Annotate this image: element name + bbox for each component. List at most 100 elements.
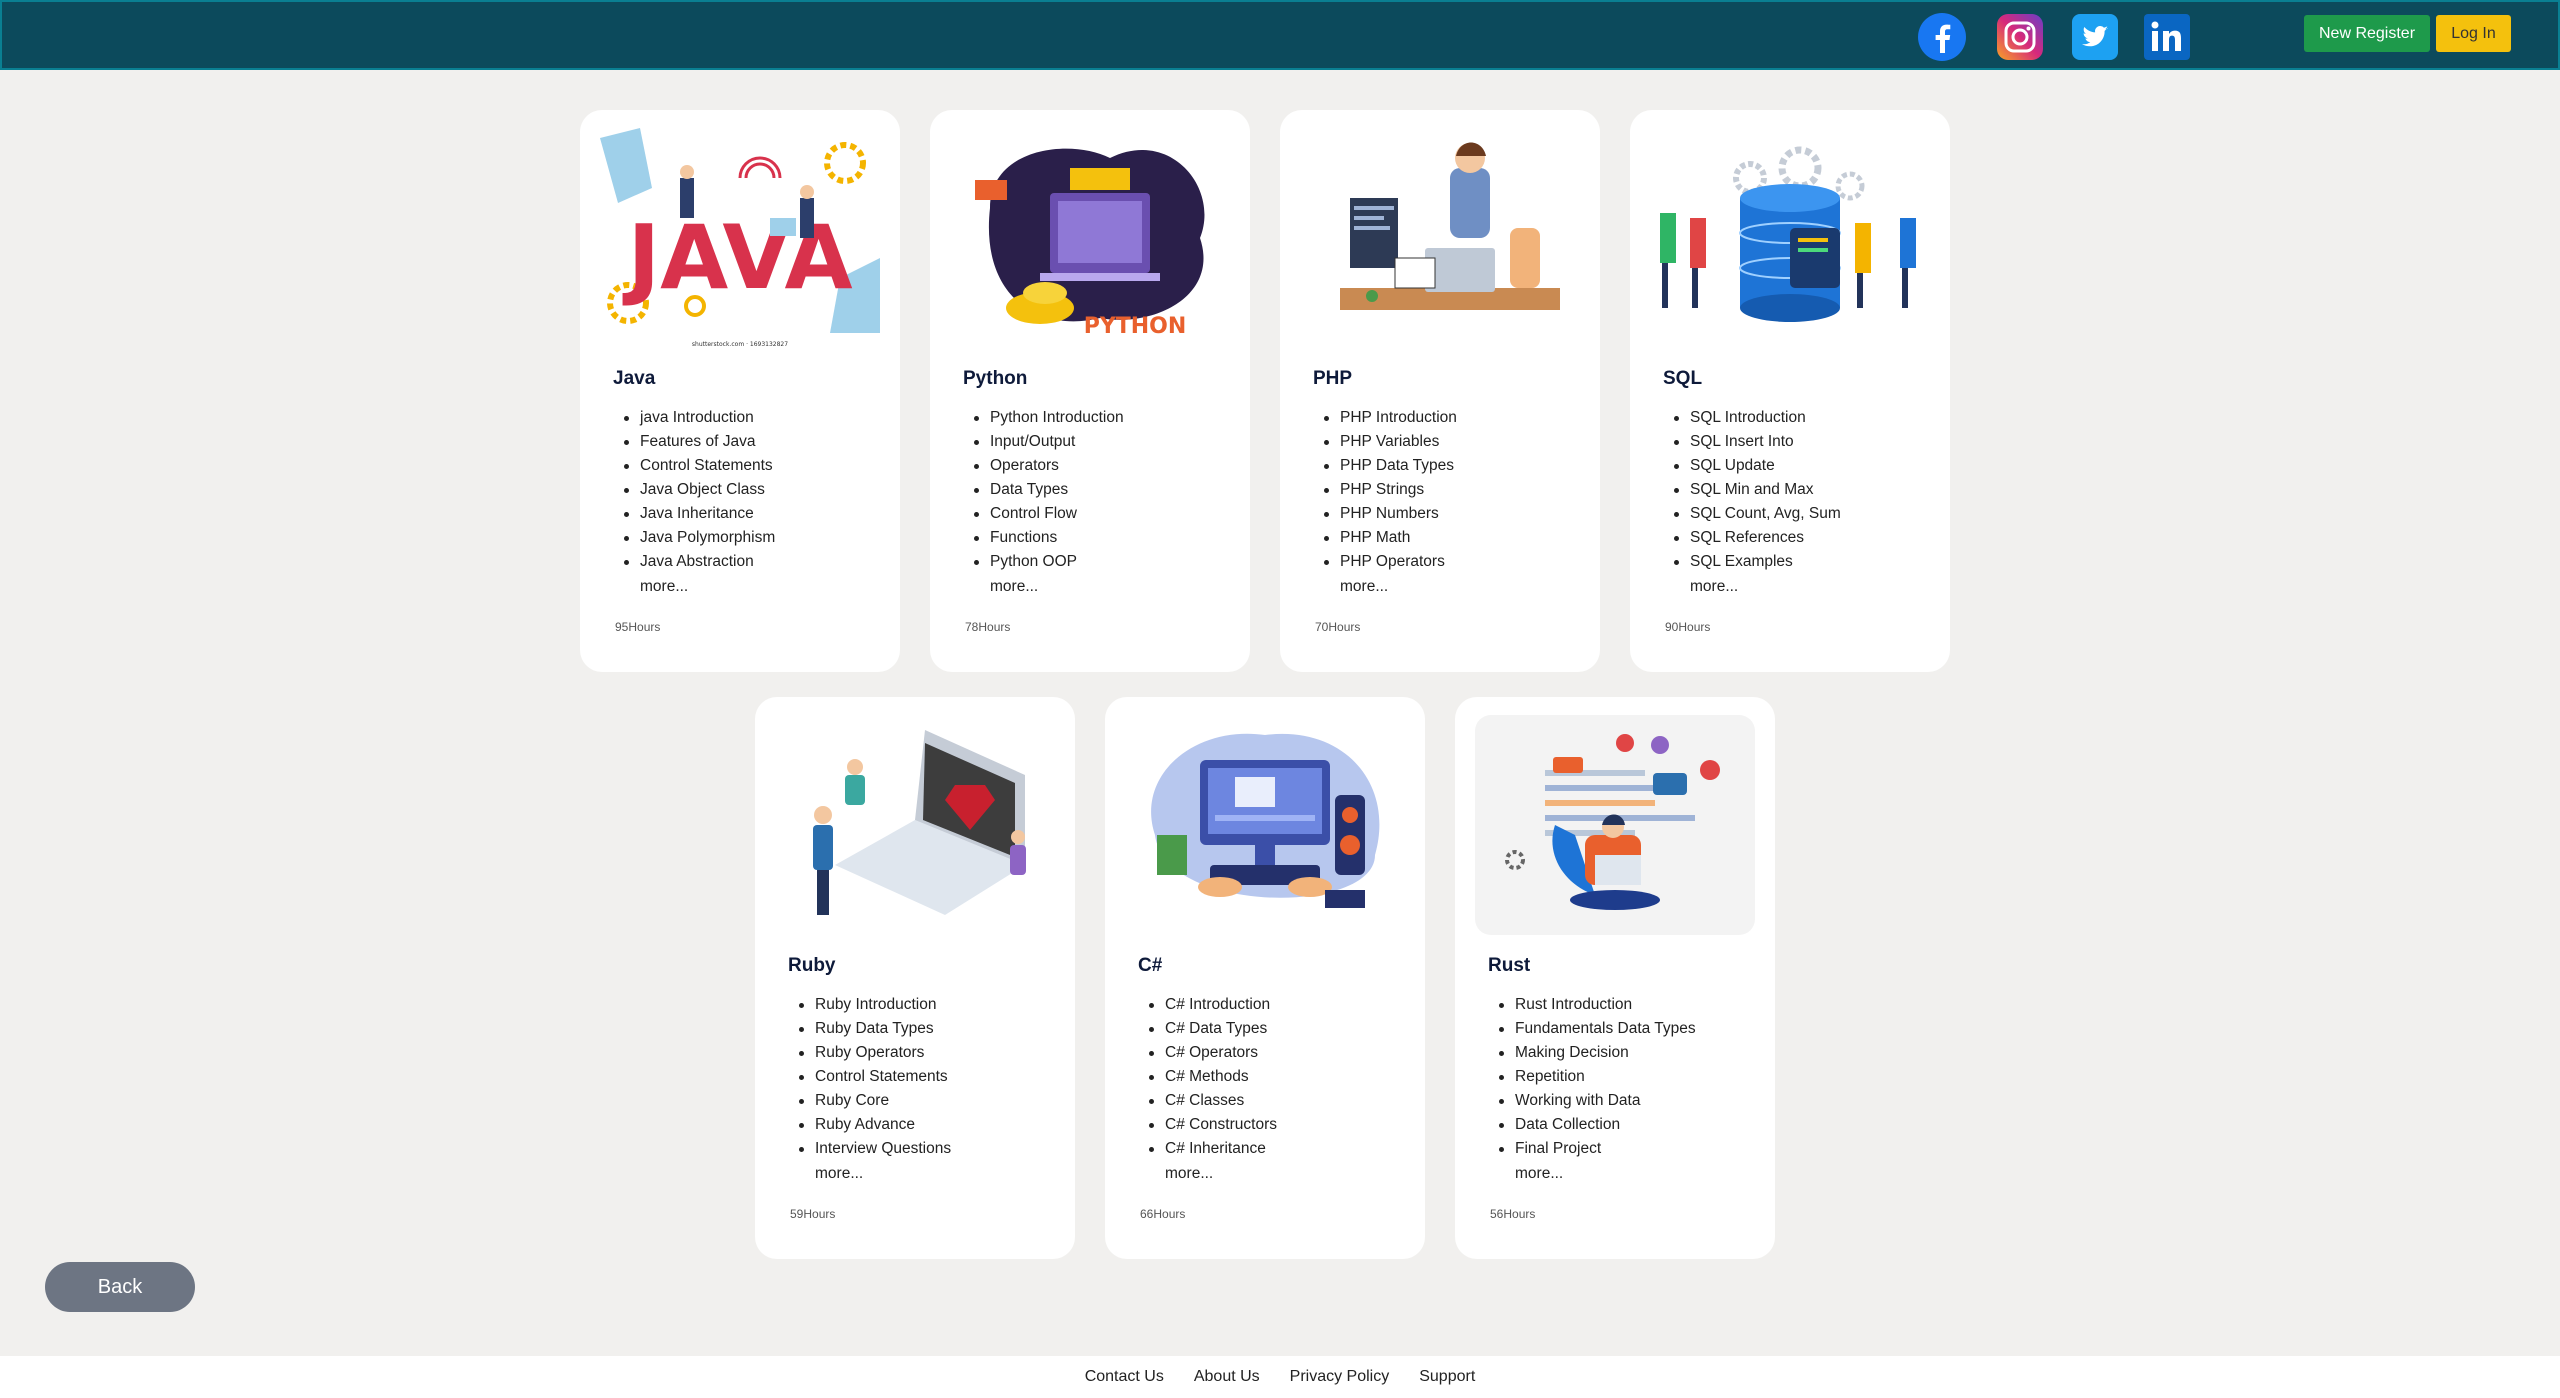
- list-item: SQL Examples: [1674, 550, 1841, 574]
- more-link[interactable]: more...: [990, 578, 1038, 596]
- java-illustration: JAVA shutterstock.com · 1693132827: [600, 128, 880, 348]
- linkedin-icon[interactable]: [2142, 12, 2192, 62]
- list-item: Java Object Class: [623, 478, 775, 502]
- course-topics: C# Introduction C# Data Types C# Operato…: [1149, 993, 1277, 1161]
- top-navbar: New Register Log In: [0, 0, 2560, 70]
- course-hours: 78Hours: [965, 620, 1011, 634]
- list-item: Ruby Operators: [798, 1041, 951, 1065]
- list-item: PHP Math: [1324, 526, 1457, 550]
- course-topics: java Introduction Features of Java Contr…: [623, 406, 775, 574]
- list-item: Ruby Introduction: [798, 993, 951, 1017]
- list-item: Control Statements: [798, 1065, 951, 1089]
- list-item: Data Collection: [1499, 1113, 1696, 1137]
- more-link[interactable]: more...: [1515, 1165, 1563, 1183]
- course-card-ruby[interactable]: Ruby Ruby Introduction Ruby Data Types R…: [755, 697, 1075, 1259]
- course-card-java[interactable]: JAVA shutterstock.com · 1693132827 Java …: [580, 110, 900, 672]
- list-item: Rust Introduction: [1499, 993, 1696, 1017]
- back-button[interactable]: Back: [45, 1262, 195, 1312]
- list-item: Functions: [974, 526, 1124, 550]
- list-item: C# Classes: [1149, 1089, 1277, 1113]
- list-item: Repetition: [1499, 1065, 1696, 1089]
- svg-text:JAVA: JAVA: [622, 206, 852, 309]
- list-item: Input/Output: [974, 430, 1124, 454]
- list-item: SQL Introduction: [1674, 406, 1841, 430]
- instagram-icon[interactable]: [1995, 12, 2045, 62]
- list-item: Control Flow: [974, 502, 1124, 526]
- login-button[interactable]: Log In: [2436, 15, 2511, 52]
- course-title: SQL: [1663, 368, 1703, 389]
- footer-link-contact[interactable]: Contact Us: [1085, 1368, 1164, 1386]
- course-topics: Rust Introduction Fundamentals Data Type…: [1499, 993, 1696, 1161]
- list-item: C# Data Types: [1149, 1017, 1277, 1041]
- list-item: C# Introduction: [1149, 993, 1277, 1017]
- course-title: Python: [963, 368, 1028, 389]
- course-card-python[interactable]: PYTHON Python Python Introduction Input/…: [930, 110, 1250, 672]
- list-item: Operators: [974, 454, 1124, 478]
- course-hours: 90Hours: [1665, 620, 1711, 634]
- list-item: SQL Count, Avg, Sum: [1674, 502, 1841, 526]
- list-item: PHP Variables: [1324, 430, 1457, 454]
- list-item: PHP Operators: [1324, 550, 1457, 574]
- course-hours: 70Hours: [1315, 620, 1361, 634]
- footer-link-privacy[interactable]: Privacy Policy: [1290, 1368, 1390, 1386]
- watermark-text: shutterstock.com · 1693132827: [692, 341, 788, 348]
- list-item: C# Operators: [1149, 1041, 1277, 1065]
- course-hours: 56Hours: [1490, 1207, 1536, 1221]
- course-card-csharp[interactable]: C# C# Introduction C# Data Types C# Oper…: [1105, 697, 1425, 1259]
- list-item: Python OOP: [974, 550, 1124, 574]
- footer: Contact Us About Us Privacy Policy Suppo…: [0, 1356, 2560, 1398]
- course-card-sql[interactable]: SQL SQL Introduction SQL Insert Into SQL…: [1630, 110, 1950, 672]
- list-item: Ruby Data Types: [798, 1017, 951, 1041]
- footer-link-about[interactable]: About Us: [1194, 1368, 1260, 1386]
- course-topics: PHP Introduction PHP Variables PHP Data …: [1324, 406, 1457, 574]
- list-item: SQL Update: [1674, 454, 1841, 478]
- list-item: Data Types: [974, 478, 1124, 502]
- list-item: Python Introduction: [974, 406, 1124, 430]
- course-title: Java: [613, 368, 656, 389]
- php-illustration: [1340, 142, 1560, 310]
- list-item: SQL References: [1674, 526, 1841, 550]
- course-card-php[interactable]: PHP PHP Introduction PHP Variables PHP D…: [1280, 110, 1600, 672]
- list-item: C# Methods: [1149, 1065, 1277, 1089]
- course-card-rust[interactable]: Rust Rust Introduction Fundamentals Data…: [1455, 697, 1775, 1259]
- list-item: PHP Strings: [1324, 478, 1457, 502]
- python-logo-text: PYTHON: [1084, 314, 1187, 339]
- new-register-button[interactable]: New Register: [2304, 15, 2430, 52]
- facebook-icon[interactable]: [1917, 12, 1967, 62]
- footer-link-support[interactable]: Support: [1419, 1368, 1475, 1386]
- more-link[interactable]: more...: [815, 1165, 863, 1183]
- list-item: PHP Introduction: [1324, 406, 1457, 430]
- course-hours: 59Hours: [790, 1207, 836, 1221]
- rust-illustration: [1475, 715, 1755, 935]
- course-hours: 95Hours: [615, 620, 661, 634]
- csharp-illustration: [1151, 733, 1380, 908]
- course-title: Ruby: [788, 955, 836, 976]
- course-title: C#: [1138, 955, 1163, 976]
- list-item: Working with Data: [1499, 1089, 1696, 1113]
- ruby-illustration: [813, 730, 1026, 915]
- list-item: Features of Java: [623, 430, 775, 454]
- list-item: C# Inheritance: [1149, 1137, 1277, 1161]
- list-item: Java Inheritance: [623, 502, 775, 526]
- list-item: Ruby Advance: [798, 1113, 951, 1137]
- more-link[interactable]: more...: [1690, 578, 1738, 596]
- more-link[interactable]: more...: [640, 578, 688, 596]
- python-illustration: PYTHON: [975, 148, 1205, 339]
- list-item: Final Project: [1499, 1137, 1696, 1161]
- course-topics: Ruby Introduction Ruby Data Types Ruby O…: [798, 993, 951, 1161]
- course-title: Rust: [1488, 955, 1531, 976]
- course-topics: SQL Introduction SQL Insert Into SQL Upd…: [1674, 406, 1841, 574]
- list-item: SQL Min and Max: [1674, 478, 1841, 502]
- more-link[interactable]: more...: [1165, 1165, 1213, 1183]
- list-item: Ruby Core: [798, 1089, 951, 1113]
- twitter-icon[interactable]: [2070, 12, 2120, 62]
- course-hours: 66Hours: [1140, 1207, 1186, 1221]
- list-item: Fundamentals Data Types: [1499, 1017, 1696, 1041]
- list-item: Java Abstraction: [623, 550, 775, 574]
- more-link[interactable]: more...: [1340, 578, 1388, 596]
- course-topics: Python Introduction Input/Output Operato…: [974, 406, 1124, 574]
- list-item: C# Constructors: [1149, 1113, 1277, 1137]
- list-item: java Introduction: [623, 406, 775, 430]
- course-title: PHP: [1313, 368, 1353, 389]
- list-item: PHP Numbers: [1324, 502, 1457, 526]
